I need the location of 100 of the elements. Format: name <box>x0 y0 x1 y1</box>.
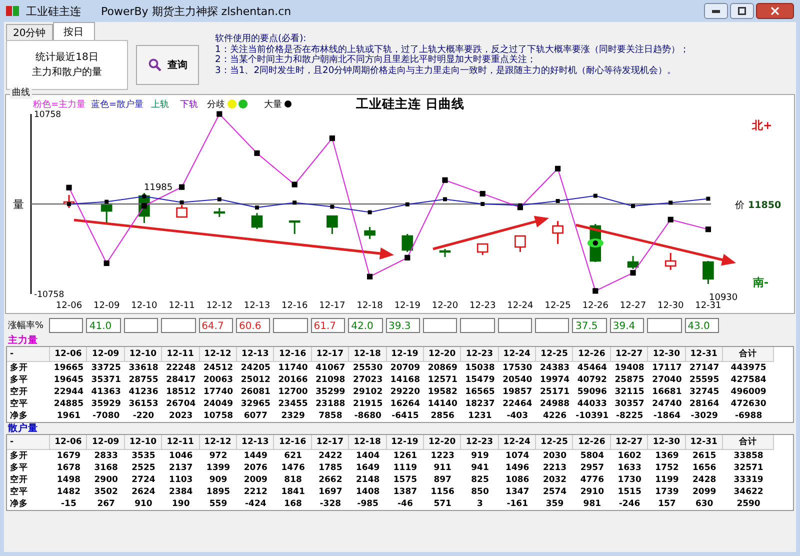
table-cell-text: 空开 <box>9 386 29 398</box>
table-cell-text: -8680 <box>353 410 382 422</box>
column-header: 12-13 <box>236 347 274 362</box>
candlestick <box>664 252 676 271</box>
table-cell-text: 427584 <box>730 374 768 386</box>
table-cell-text: 1119 <box>392 462 418 474</box>
rate-field: 39.3 <box>386 318 420 332</box>
note-line: 3：当1、2同时发生时，且20分钟周期价格走向与主力里走向一致时，是跟随主力的好时机（耐心等待发现机会）。 <box>215 66 678 76</box>
y-tick-label: 10758 <box>34 110 62 120</box>
table-cell-text: 2099 <box>692 486 718 498</box>
column-header: 12-20 <box>424 435 462 450</box>
table-cell-text: 825 <box>470 474 490 486</box>
table-cell-text: 32571 <box>732 462 764 474</box>
table-cell-text: 32965 <box>240 398 272 410</box>
table-cell-text: 267 <box>96 498 116 510</box>
table-cell-text: 35299 <box>314 386 346 398</box>
table-cell-text: 多开 <box>9 450 29 462</box>
table-cell-text: -3029 <box>690 410 719 422</box>
table-cell-text: 443975 <box>730 362 768 374</box>
column-header: 12-17 <box>312 435 350 450</box>
candlestick <box>627 255 639 270</box>
table-cell-text: 2724 <box>130 474 156 486</box>
table-cell-text: -328 <box>318 498 342 510</box>
table-cell-text: 1404 <box>354 450 381 462</box>
candlestick <box>402 233 414 253</box>
table-cell-text: 2212 <box>242 486 268 498</box>
table-cell-text: 496009 <box>730 386 768 398</box>
candlestick <box>552 220 564 245</box>
table-cell-text: 26081 <box>240 386 272 398</box>
table-cell-text: 2384 <box>168 486 194 498</box>
table-cell-text: 2574 <box>542 486 568 498</box>
table-cell-text: 15479 <box>464 374 496 386</box>
table-cell-text: 1785 <box>318 462 344 474</box>
notes-heading: 软件使用的要点(必看): <box>215 34 308 44</box>
table-cell-text: 850 <box>470 486 490 498</box>
table-cell-text: 2856 <box>430 410 456 422</box>
table-cell-text: 21915 <box>352 398 384 410</box>
table-cell-text: 1399 <box>205 462 232 474</box>
table-cell-text: 22248 <box>165 362 197 374</box>
table-cell-text: 4776 <box>579 474 605 486</box>
table-cell-text: 571 <box>432 498 452 510</box>
window-subtitle: PowerBy 期货主力神探 zlshentan.cn <box>101 4 292 18</box>
table-cell-text: 4226 <box>542 410 568 422</box>
window-title: 工业硅主连 <box>26 4 81 18</box>
table-cell-text: 24383 <box>538 362 571 374</box>
tab[interactable]: 按日 <box>52 22 95 40</box>
table-cell-text: 28417 <box>165 374 197 386</box>
table-cell-text: 559 <box>208 498 228 510</box>
x-tick-label: 12-31 <box>695 301 722 311</box>
table-cell-text: 19665 <box>52 362 84 374</box>
table-cell-text: 5804 <box>579 450 605 462</box>
table-cell-text: 20869 <box>426 362 458 374</box>
x-tick-label: 12-16 <box>282 301 308 311</box>
table-cell-text: -7080 <box>91 410 121 422</box>
table-cell-text: 1697 <box>318 486 344 498</box>
legend-label: 分歧 <box>207 100 225 110</box>
rate-label: 涨幅率% <box>7 320 45 332</box>
rate-field: 42.0 <box>348 318 383 332</box>
query-button[interactable]: 查询 <box>136 45 199 85</box>
table-cell-text: -985 <box>356 498 380 510</box>
table-cell-text: 33725 <box>90 362 122 374</box>
table-cell-text: 1231 <box>467 410 493 422</box>
table-cell-text: 1730 <box>616 474 642 486</box>
table-cell-text: 621 <box>283 450 303 462</box>
table-cell-text: 空开 <box>9 474 29 486</box>
column-header: 12-10 <box>124 435 162 450</box>
table-cell-text: 6077 <box>242 410 268 422</box>
column-header: 12-25 <box>536 435 574 450</box>
column-header: 12-16 <box>274 347 312 362</box>
table-cell-text: 1369 <box>654 450 680 462</box>
x-tick-label: 12-06 <box>56 301 82 311</box>
table-cell-text: 1223 <box>430 450 456 462</box>
table-cell-text: -6415 <box>390 410 420 422</box>
table-cell-text: 2615 <box>692 450 718 462</box>
table-cell-text: 19857 <box>502 386 534 398</box>
table-cell-text: 16264 <box>389 398 421 410</box>
table-cell-text: 1752 <box>654 462 680 474</box>
table-cell-text: 19645 <box>52 374 84 386</box>
table-cell-text: 32745 <box>688 386 720 398</box>
table-cell-text: -15 <box>60 498 78 510</box>
table-cell-text: 25012 <box>240 374 272 386</box>
price-value: 11850 <box>748 200 782 211</box>
column-header: 12-31 <box>686 347 724 362</box>
table-cell-text: 32115 <box>614 386 646 398</box>
table-cell-text: 17117 <box>651 362 683 374</box>
tab[interactable]: 20分钟 <box>6 24 53 40</box>
table-cell-text: 1449 <box>242 450 268 462</box>
column-header: 12-19 <box>386 435 424 450</box>
column-header: 12-06 <box>50 435 88 450</box>
table-cell-text: 1649 <box>354 462 381 474</box>
table-cell-text: 2213 <box>542 462 568 474</box>
table-cell-text: 40792 <box>576 374 608 386</box>
table-cell-text: 2148 <box>354 474 381 486</box>
column-header: 12-16 <box>274 435 312 450</box>
table-cell-text: 2076 <box>242 462 268 474</box>
table-cell-text: 1387 <box>392 486 418 498</box>
table-cell-text: 30357 <box>614 398 646 410</box>
table-cell-text: 23188 <box>314 398 346 410</box>
table-cell-text: 20540 <box>502 374 534 386</box>
table-cell-text: 2137 <box>168 462 194 474</box>
